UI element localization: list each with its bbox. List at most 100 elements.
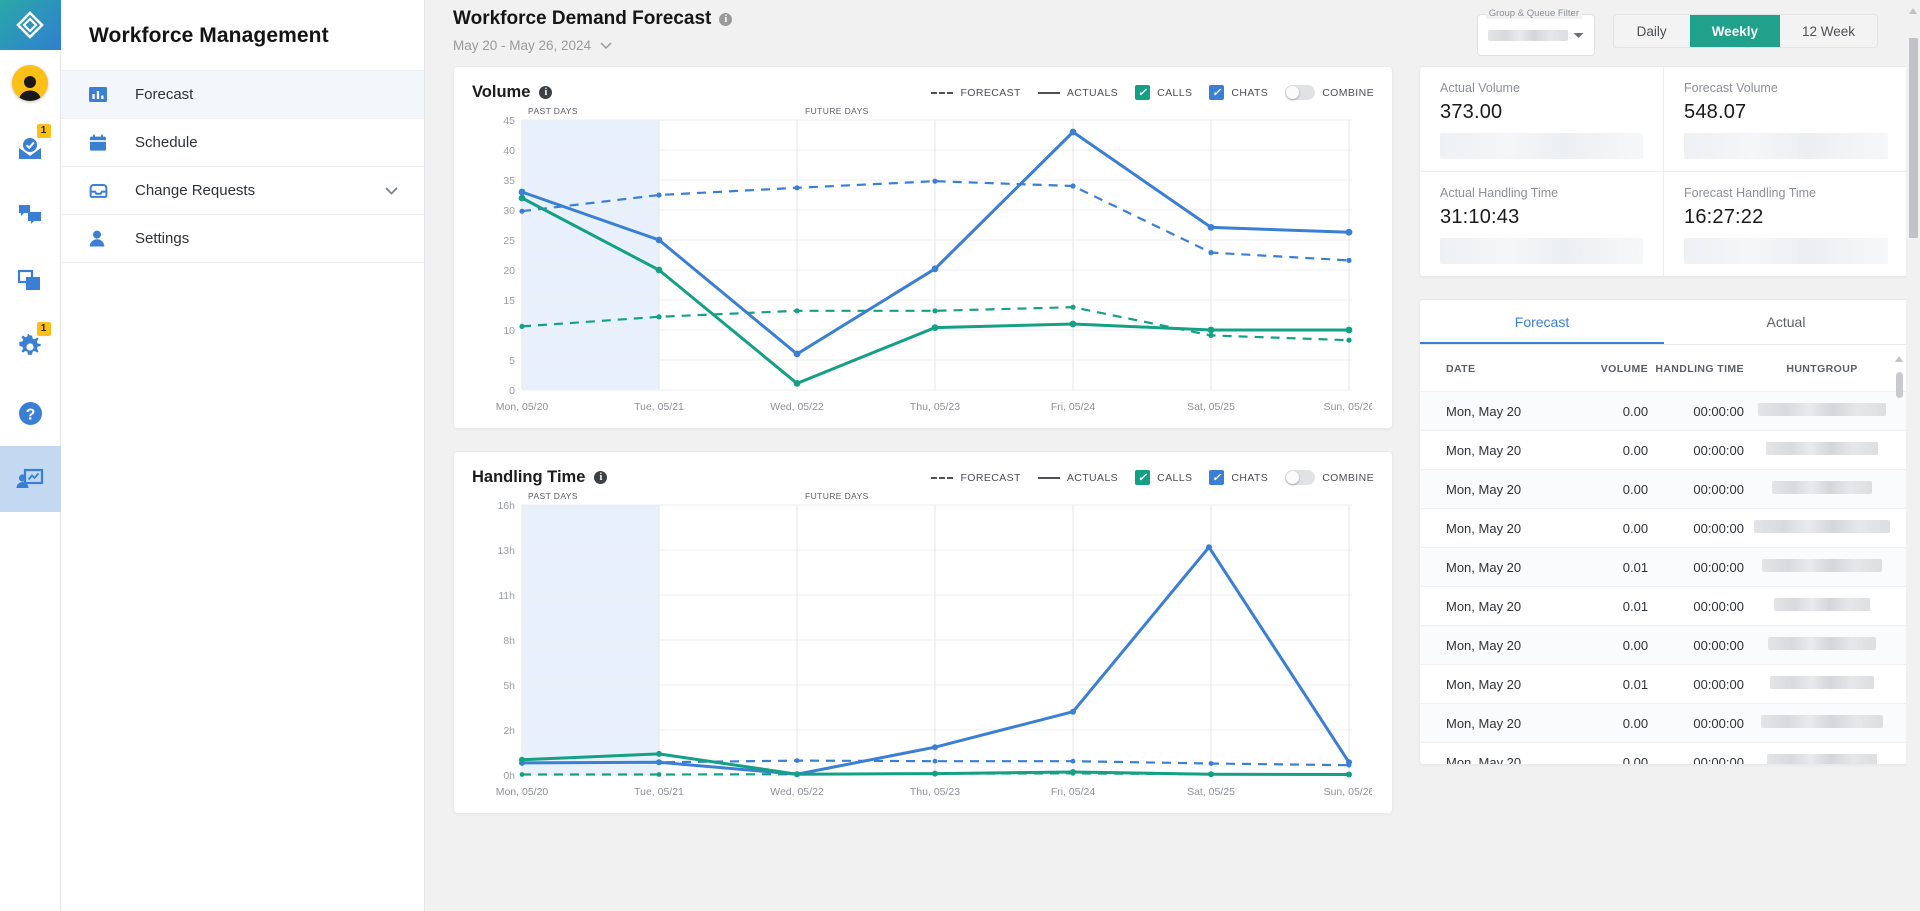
detail-table: DATE VOLUME HANDLING TIME HUNTGROUP Mon,… (1420, 345, 1908, 765)
huntgroup-redacted (1762, 559, 1882, 572)
checkbox-chats[interactable]: ✓ (1209, 470, 1224, 485)
legend-chats-toggle[interactable]: ✓ CHATS (1209, 85, 1268, 100)
cell-huntgroup (1754, 509, 1908, 548)
cell-huntgroup (1754, 470, 1908, 509)
legend-combine-toggle[interactable]: COMBINE (1285, 470, 1374, 485)
rail-item-inbox-approvals[interactable]: 1 (0, 116, 61, 182)
windows-stack-icon (17, 269, 43, 293)
date-range-selector[interactable]: May 20 - May 26, 2024 (453, 38, 732, 53)
tab-daily[interactable]: Daily (1614, 15, 1690, 47)
rail-item-chat[interactable] (0, 182, 61, 248)
svg-text:Tue, 05/21: Tue, 05/21 (634, 401, 684, 413)
cell-handling-time: 00:00:00 (1654, 509, 1754, 548)
kpi-forecast-volume: Forecast Volume 548.07 (1664, 67, 1908, 172)
table-row[interactable]: Mon, May 200.0000:00:00 (1420, 743, 1908, 766)
column-header-date[interactable]: DATE (1420, 345, 1564, 392)
gear-icon (17, 334, 43, 360)
handling-time-chart-svg: 16h13h 11h8h 5h2h 0h (472, 487, 1372, 807)
scroll-up-arrow-icon[interactable] (1909, 8, 1917, 14)
table-row[interactable]: Mon, May 200.0100:00:00 (1420, 665, 1908, 704)
date-range-label: May 20 - May 26, 2024 (453, 38, 591, 53)
detail-table-tabs: Forecast Actual (1420, 300, 1908, 345)
legend-calls-toggle[interactable]: ✓ CALLS (1135, 85, 1192, 100)
kpi-actual-handling-time: Actual Handling Time 31:10:43 (1420, 172, 1664, 276)
tab-weekly[interactable]: Weekly (1690, 15, 1780, 47)
table-row[interactable]: Mon, May 200.0100:00:00 (1420, 587, 1908, 626)
icon-rail: 1 1 ? (0, 0, 61, 911)
legend-combine-toggle[interactable]: COMBINE (1285, 85, 1374, 100)
table-row[interactable]: Mon, May 200.0000:00:00 (1420, 431, 1908, 470)
kpi-redacted-bar (1684, 238, 1888, 264)
volume-chart-header: Volume i FORECAST ACTUALS (472, 83, 1374, 102)
handling-time-chart-header: Handling Time i FORECAST ACTUALS (472, 468, 1374, 487)
sidebar-item-settings[interactable]: Settings (61, 214, 424, 262)
table-header-row: DATE VOLUME HANDLING TIME HUNTGROUP (1420, 345, 1908, 392)
cell-date: Mon, May 20 (1420, 392, 1564, 431)
rail-item-workforce[interactable] (0, 446, 61, 512)
table-row[interactable]: Mon, May 200.0000:00:00 (1420, 704, 1908, 743)
kpi-card: Actual Volume 373.00 Forecast Volume 548… (1419, 66, 1909, 277)
svg-text:10: 10 (503, 325, 515, 337)
cell-date: Mon, May 20 (1420, 626, 1564, 665)
svg-text:11h: 11h (498, 590, 515, 602)
svg-text:Sun, 05/26: Sun, 05/26 (1324, 401, 1372, 413)
page-scroll-thumb[interactable] (1909, 38, 1918, 238)
tab-actual[interactable]: Actual (1664, 300, 1908, 344)
sidebar-item-forecast[interactable]: Forecast (61, 70, 424, 118)
info-icon[interactable]: i (719, 13, 732, 26)
kpi-label: Actual Handling Time (1440, 186, 1643, 200)
checkbox-chats[interactable]: ✓ (1209, 85, 1224, 100)
column-header-volume[interactable]: VOLUME (1564, 345, 1654, 392)
svg-text:Sat, 05/25: Sat, 05/25 (1187, 786, 1235, 798)
rail-item-help[interactable]: ? (0, 380, 61, 446)
tab-12week[interactable]: 12 Week (1780, 15, 1877, 47)
cell-huntgroup (1754, 587, 1908, 626)
info-icon[interactable]: i (539, 86, 552, 99)
column-header-handling-time[interactable]: HANDLING TIME (1654, 345, 1754, 392)
page-scrollbar[interactable] (1906, 0, 1920, 911)
page-title-sidebar: Workforce Management (61, 0, 424, 70)
checkbox-calls[interactable]: ✓ (1135, 85, 1150, 100)
person-icon (89, 230, 135, 247)
table-row[interactable]: Mon, May 200.0000:00:00 (1420, 509, 1908, 548)
diamond-logo-icon[interactable] (0, 0, 61, 50)
solid-line-swatch (1038, 92, 1060, 94)
toggle-combine[interactable] (1285, 470, 1315, 485)
table-row[interactable]: Mon, May 200.0000:00:00 (1420, 392, 1908, 431)
legend-forecast: FORECAST (931, 472, 1020, 484)
svg-text:Fri, 05/24: Fri, 05/24 (1051, 786, 1096, 798)
table-scrollbar[interactable] (1896, 354, 1903, 762)
column-header-huntgroup[interactable]: HUNTGROUP (1754, 345, 1908, 392)
legend-chats-toggle[interactable]: ✓ CHATS (1209, 470, 1268, 485)
cell-handling-time: 00:00:00 (1654, 548, 1754, 587)
table-row[interactable]: Mon, May 200.0100:00:00 (1420, 548, 1908, 587)
table-row[interactable]: Mon, May 200.0000:00:00 (1420, 626, 1908, 665)
scroll-up-arrow-icon[interactable] (1895, 356, 1903, 362)
group-queue-filter[interactable]: Group & Queue Filter (1477, 14, 1595, 56)
summary-column: Actual Volume 373.00 Forecast Volume 548… (1419, 66, 1909, 836)
tab-forecast[interactable]: Forecast (1420, 300, 1664, 344)
info-icon[interactable]: i (594, 471, 607, 484)
legend-calls-toggle[interactable]: ✓ CALLS (1135, 470, 1192, 485)
nav-divider (61, 262, 424, 263)
volume-plot: PAST DAYS FUTURE DAYS (472, 102, 1374, 422)
checkbox-calls[interactable]: ✓ (1135, 470, 1150, 485)
past-days-label: PAST DAYS (528, 491, 578, 501)
rail-item-settings[interactable]: 1 (0, 314, 61, 380)
sidebar-item-change-requests[interactable]: Change Requests (61, 166, 424, 214)
toggle-combine[interactable] (1285, 85, 1315, 100)
table-scroll-thumb[interactable] (1896, 372, 1903, 398)
content-row: Volume i FORECAST ACTUALS (425, 66, 1920, 836)
chevron-down-icon[interactable] (385, 187, 398, 195)
huntgroup-redacted (1766, 442, 1878, 455)
solid-line-swatch (1038, 477, 1060, 479)
detail-table-card: Forecast Actual DATE VOLUME HANDLING TIM… (1419, 299, 1909, 765)
rail-item-windows[interactable] (0, 248, 61, 314)
sidebar-item-schedule[interactable]: Schedule (61, 118, 424, 166)
kpi-value: 31:10:43 (1440, 206, 1643, 229)
past-days-band (522, 120, 659, 390)
chevron-down-icon[interactable] (1573, 32, 1584, 39)
table-row[interactable]: Mon, May 200.0000:00:00 (1420, 470, 1908, 509)
badge-count: 1 (37, 124, 51, 138)
rail-item-avatar[interactable] (0, 50, 61, 116)
